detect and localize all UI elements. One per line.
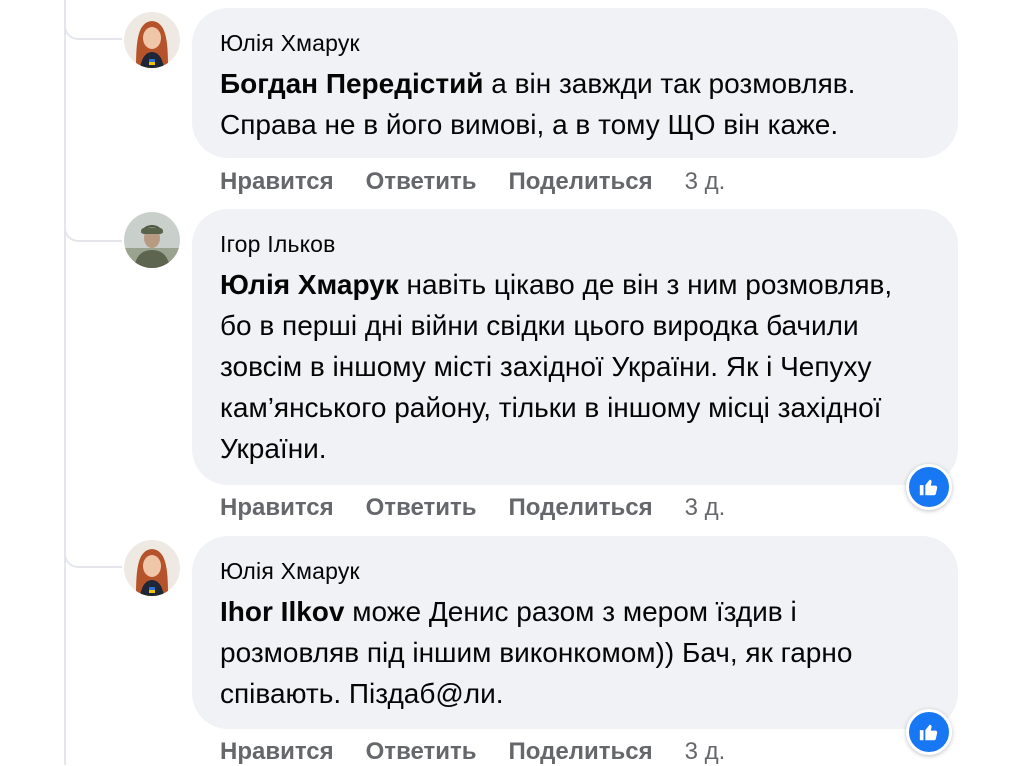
thread-line [64,0,66,765]
comment-actions: Нравится Ответить Поделиться 3 д. [220,494,757,522]
comment-actions: Нравится Ответить Поделиться 3 д. [220,168,757,196]
share-button[interactable]: Поделиться [509,738,653,765]
reply-button[interactable]: Ответить [366,494,477,521]
comment-author[interactable]: Юлія Хмарук [220,558,930,585]
like-button[interactable]: Нравится [220,494,334,521]
thread-branch [64,2,122,40]
mention-link[interactable]: Богдан Передістий [220,68,484,99]
comment-text: Ihor Ilkov може Денис разом з мером їзди… [220,591,930,714]
comment-bubble: Ігор Ільков Юлія Хмарук навіть цікаво де… [192,209,958,485]
mention-link[interactable]: Юлія Хмарук [220,269,399,300]
timestamp[interactable]: 3 д. [685,738,726,765]
thread-branch [64,530,122,568]
like-button[interactable]: Нравится [220,168,334,195]
reply-button[interactable]: Ответить [366,168,477,195]
timestamp[interactable]: 3 д. [685,168,726,195]
comment-bubble: Юлія Хмарук Ihor Ilkov може Денис разом … [192,536,958,729]
comment-text: Юлія Хмарук навіть цікаво де він з ним р… [220,264,930,469]
woman-avatar-icon[interactable] [124,12,180,68]
soldier-avatar-icon[interactable] [124,212,180,268]
thread-branch [64,204,122,242]
comment-author[interactable]: Юлія Хмарук [220,30,930,57]
woman-avatar-icon[interactable] [124,540,180,596]
share-button[interactable]: Поделиться [509,494,653,521]
comment-actions: Нравится Ответить Поделиться 3 д. [220,738,757,766]
reply-button[interactable]: Ответить [366,738,477,765]
like-thumb-icon[interactable] [906,709,952,755]
share-button[interactable]: Поделиться [509,168,653,195]
comment-author[interactable]: Ігор Ільков [220,231,930,258]
like-button[interactable]: Нравится [220,738,334,765]
timestamp[interactable]: 3 д. [685,494,726,521]
comment-bubble: Юлія Хмарук Богдан Передістий а він завж… [192,8,958,158]
like-thumb-icon[interactable] [906,464,952,510]
mention-link[interactable]: Ihor Ilkov [220,596,344,627]
comment-text: Богдан Передістий а він завжди так розмо… [220,63,930,145]
